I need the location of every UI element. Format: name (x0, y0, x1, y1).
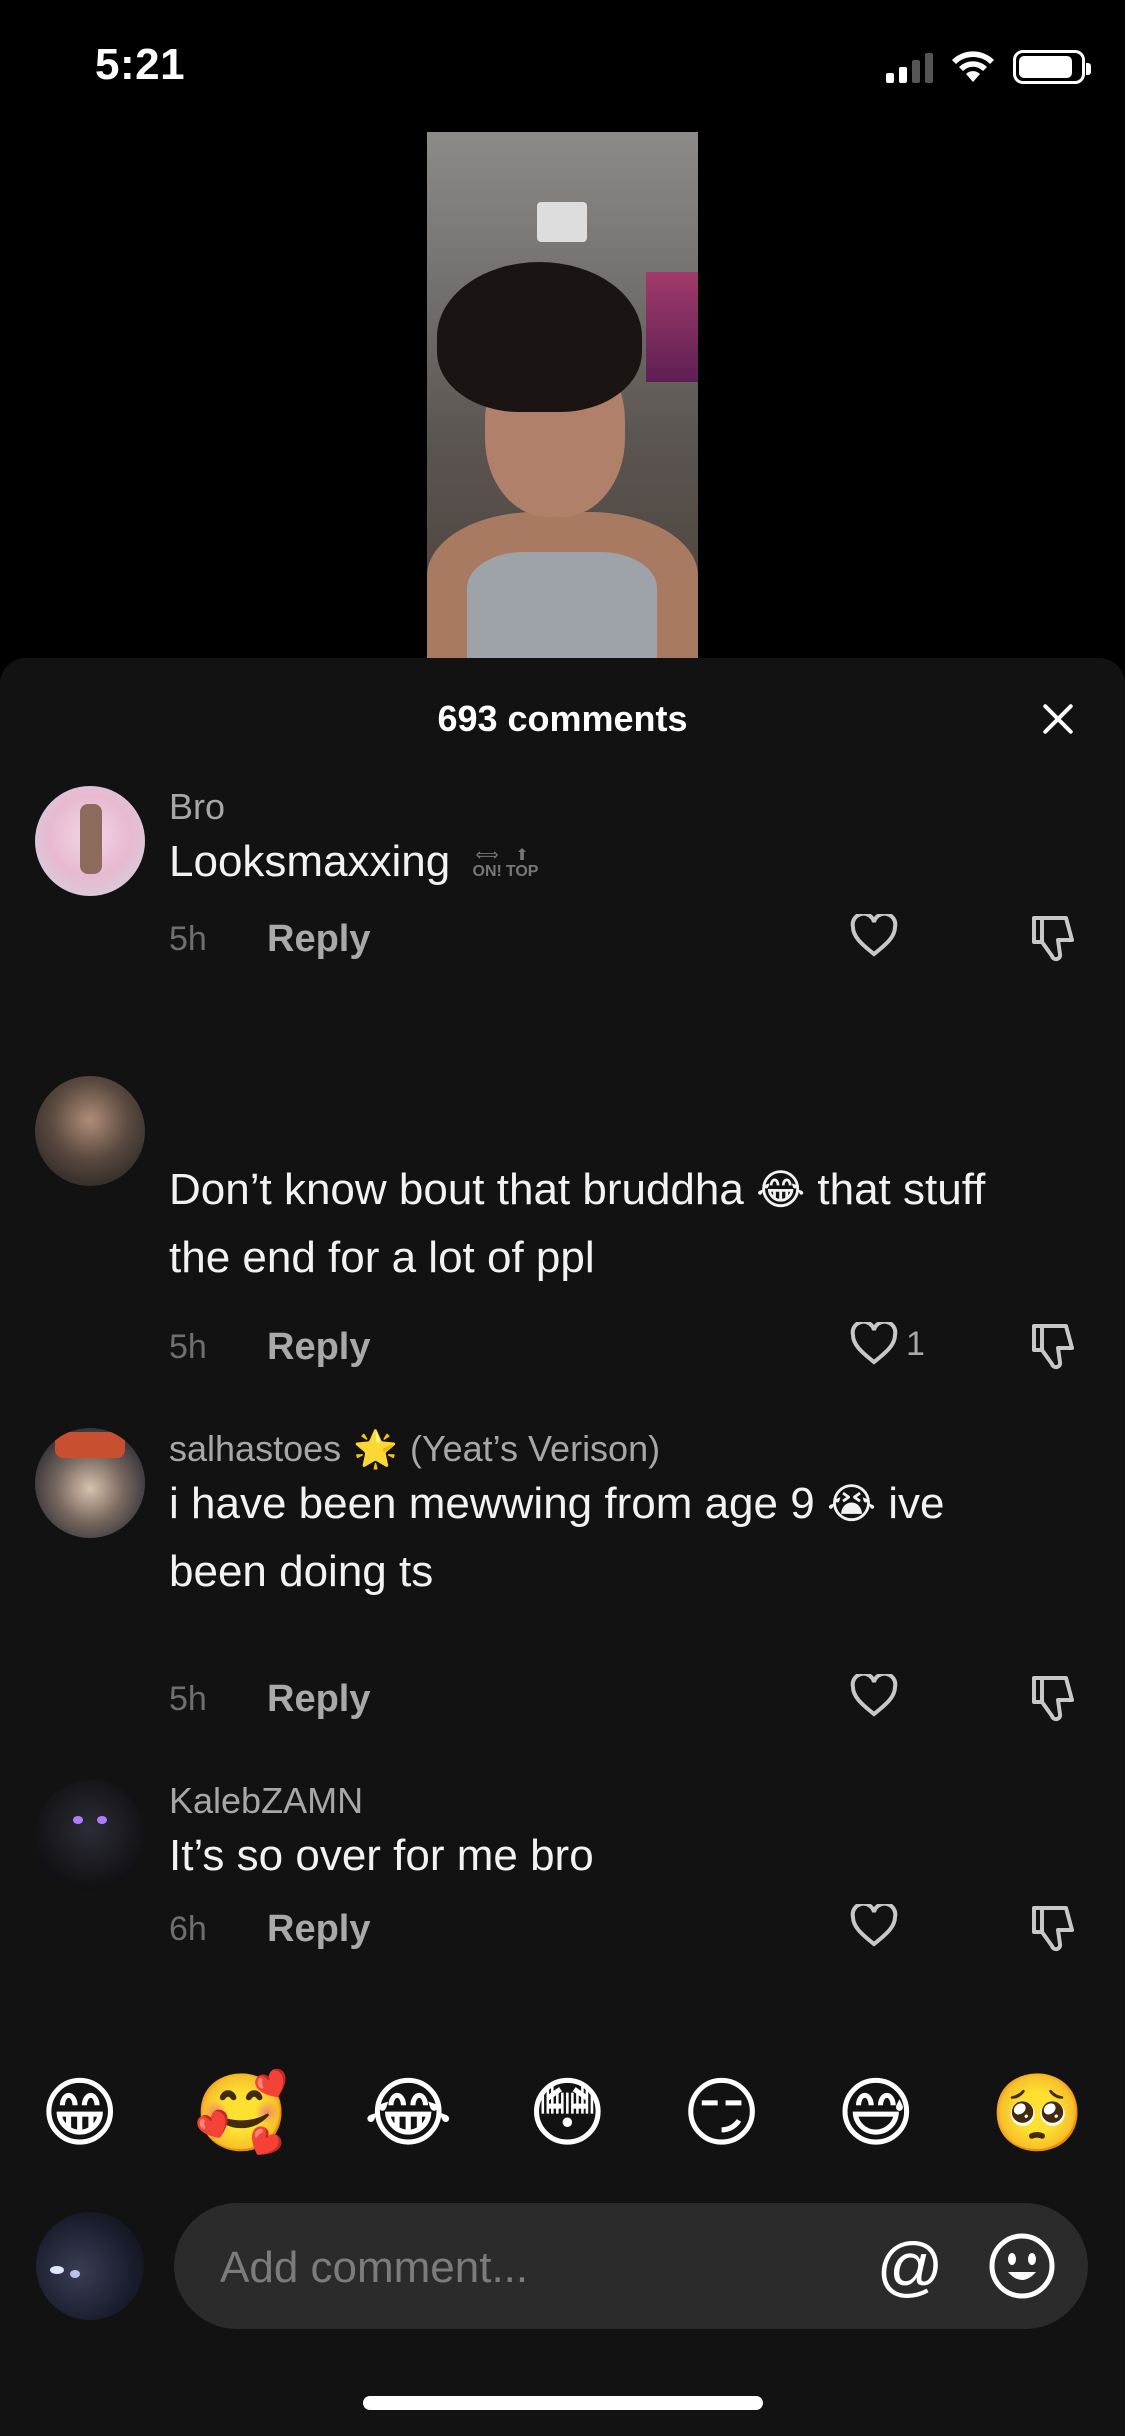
cellular-signal-icon (886, 51, 933, 83)
comment-time: 5h (169, 1680, 207, 1718)
wifi-icon (952, 51, 994, 82)
avatar[interactable] (35, 786, 145, 896)
emoji-button[interactable]: 😁 (40, 2076, 119, 2152)
comment-username[interactable]: KalebZAMN (169, 1780, 363, 1822)
comment-text-line1-end: ive (888, 1479, 945, 1528)
dislike-icon[interactable] (1030, 1674, 1076, 1722)
reply-button[interactable]: Reply (267, 1908, 370, 1951)
laughing-emoji: 😂 (756, 1166, 806, 1213)
emoji-button[interactable]: 🥺 (990, 2076, 1085, 2152)
comment-meta: 5h Reply (169, 1678, 370, 1721)
battery-icon (1013, 50, 1091, 84)
avatar[interactable] (35, 1780, 145, 1890)
comment-text-line2: the end for a lot of ppl (169, 1233, 595, 1282)
emoji-quick-bar: 😁 🥰 😂 😳 😏 😅 🥺 (40, 2076, 1085, 2152)
username-suffix: (Yeat’s Verison) (409, 1428, 661, 1469)
reply-button[interactable]: Reply (267, 918, 370, 961)
star-emoji: 🌟 (353, 1428, 398, 1469)
status-icons (886, 50, 1091, 84)
mention-button[interactable]: @ (875, 2231, 945, 2301)
heart-icon (850, 1674, 898, 1717)
like-count: 1 (906, 1324, 925, 1363)
avatar[interactable] (35, 1428, 145, 1538)
dislike-icon[interactable] (1030, 1322, 1076, 1370)
comment-meta: 6h Reply (169, 1908, 370, 1951)
comment-text-line2: been doing ts (169, 1547, 434, 1596)
comments-count-title: 693 comments (437, 698, 688, 739)
comment-time: 5h (169, 920, 207, 958)
video-preview[interactable] (427, 132, 698, 660)
comment-meta: 5h Reply (169, 1326, 370, 1369)
sticker-badge: ⟺ ON! ⬆ TOP (473, 848, 539, 880)
like-button[interactable] (850, 1674, 906, 1718)
comment-input[interactable]: Add comment... @ (174, 2203, 1088, 2329)
emoji-button[interactable]: 😅 (836, 2076, 915, 2152)
comment-text-content: Looksmaxxing (169, 837, 451, 886)
emoji-button[interactable]: 🥰 (194, 2076, 289, 2152)
heart-icon (850, 914, 898, 957)
comment-username[interactable]: salhastoes (169, 1428, 341, 1470)
comment-text-line1: Don’t know bout that bruddha (169, 1165, 744, 1214)
comment-username-row: salhastoes 🌟 (Yeat’s Verison) (169, 1428, 660, 1470)
emoji-button[interactable]: 😏 (682, 2076, 761, 2152)
badge-top: ⬆ TOP (505, 847, 539, 881)
reply-button[interactable]: Reply (267, 1326, 370, 1369)
comment-text-line1-end: that stuff (817, 1165, 986, 1214)
reply-button[interactable]: Reply (267, 1678, 370, 1721)
home-indicator[interactable] (363, 2396, 763, 2410)
comment-text: It’s so over for me bro (169, 1831, 594, 1880)
comment-text: Looksmaxxing ⟺ ON! ⬆ TOP (169, 828, 1099, 896)
comment-time: 5h (169, 1328, 207, 1366)
close-icon[interactable] (1033, 694, 1083, 744)
current-user-avatar (36, 2212, 144, 2320)
comment-input-placeholder: Add comment... (220, 2243, 529, 2292)
comment-username[interactable]: Bro (169, 786, 225, 828)
emoji-button[interactable]: 😂 (364, 2076, 453, 2152)
comments-sheet: 693 comments Bro Looksmaxxing ⟺ ON! ⬆ TOP … (0, 658, 1125, 2436)
heart-icon (850, 1904, 898, 1947)
like-button[interactable]: 1 (850, 1322, 925, 1366)
status-time: 5:21 (95, 40, 186, 89)
status-bar: 5:21 (0, 0, 1125, 140)
badge-on: ⟺ ON! (472, 847, 502, 881)
avatar[interactable] (35, 1076, 145, 1186)
like-button[interactable] (850, 1904, 906, 1948)
comment-meta: 5h Reply (169, 918, 370, 961)
like-button[interactable] (850, 914, 906, 958)
heart-icon (850, 1322, 898, 1365)
emoji-picker-icon[interactable] (988, 2232, 1056, 2300)
emoji-button[interactable]: 😳 (528, 2076, 607, 2152)
comment-text: i have been mewwing from age 9 😭 ive bee… (169, 1470, 1099, 1606)
dislike-icon[interactable] (1030, 1904, 1076, 1952)
crying-emoji: 😭 (826, 1480, 877, 1527)
comment-time: 6h (169, 1910, 207, 1948)
comment-text: Don’t know bout that bruddha 😂 that stuf… (169, 1156, 1099, 1292)
dislike-icon[interactable] (1030, 914, 1076, 962)
comment-text-line1: i have been mewwing from age 9 (169, 1479, 815, 1528)
